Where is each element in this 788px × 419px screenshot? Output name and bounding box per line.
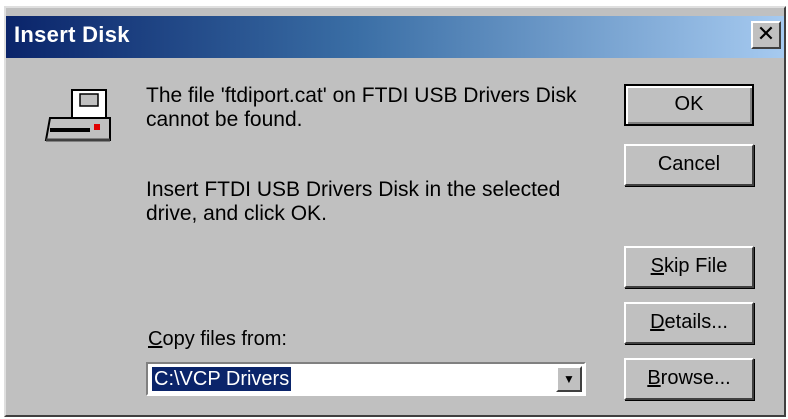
details-accelerator: D <box>650 311 665 333</box>
browse-button[interactable]: Browse... <box>624 358 754 400</box>
missing-file-message: The file 'ftdiport.cat' on FTDI USB Driv… <box>146 84 577 131</box>
browse-label: rowse... <box>660 367 731 389</box>
insert-disk-dialog: Insert Disk ✕ The file 'ftdiport.cat' on… <box>4 6 786 417</box>
browse-accelerator: B <box>647 367 661 389</box>
dropdown-button[interactable]: ▼ <box>556 366 582 392</box>
dialog-title: Insert Disk <box>14 22 130 47</box>
copy-files-path-value[interactable]: C:\VCP Drivers <box>152 367 292 391</box>
insert-disk-instruction: Insert FTDI USB Drivers Disk in the sele… <box>146 178 561 225</box>
floppy-drive-icon <box>44 89 111 142</box>
ok-button[interactable]: OK <box>624 84 754 126</box>
close-icon: ✕ <box>756 21 776 46</box>
skip-file-accelerator: S <box>650 255 664 277</box>
copy-files-label-text: opy files from: <box>162 328 287 350</box>
copy-files-from-label: Copy files from: <box>148 328 287 351</box>
copy-files-from-combobox[interactable]: C:\VCP Drivers ▼ <box>146 362 586 396</box>
skip-file-button[interactable]: Skip File <box>624 246 754 288</box>
details-label: etails... <box>664 311 728 333</box>
cancel-button[interactable]: Cancel <box>624 144 754 186</box>
details-button[interactable]: Details... <box>624 302 754 344</box>
skip-file-label: kip File <box>663 255 728 277</box>
chevron-down-icon: ▼ <box>563 372 575 386</box>
close-button[interactable]: ✕ <box>751 21 781 49</box>
title-bar[interactable]: Insert Disk ✕ <box>6 16 784 58</box>
copy-files-accelerator: C <box>148 328 163 350</box>
